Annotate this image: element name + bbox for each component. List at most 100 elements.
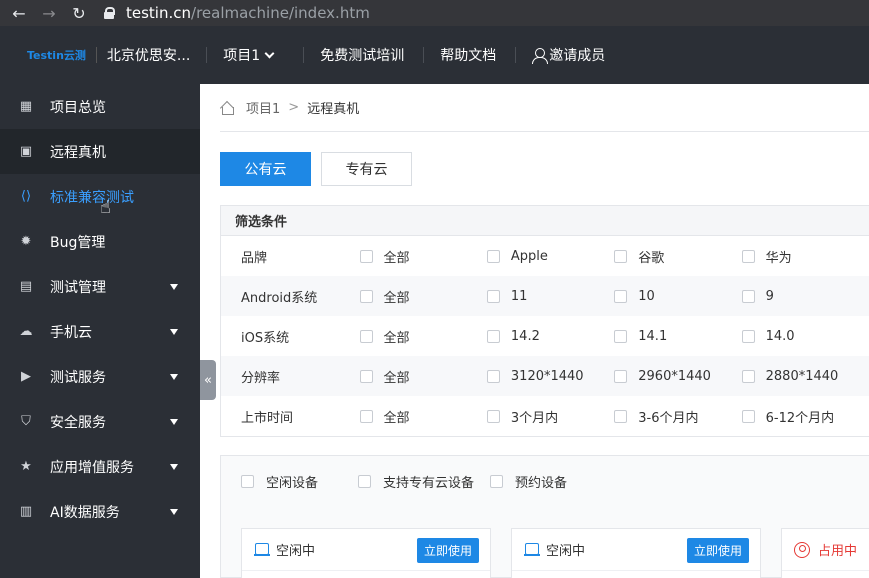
forward-button[interactable]: → [38, 2, 60, 24]
device-card-header: 空闲中 立即使用 [512, 529, 760, 571]
testin-logo[interactable]: Testin云测 [27, 47, 86, 63]
training-link[interactable]: 免费测试培训 [320, 45, 404, 65]
filter-option[interactable]: 全部 [359, 407, 487, 426]
checkbox[interactable] [614, 329, 628, 343]
sidebar-item-label: 手机云 [50, 324, 92, 341]
star-icon: ★ [20, 459, 32, 474]
checkbox[interactable] [614, 249, 628, 263]
caret-down-icon [170, 509, 178, 515]
sidebar-item-security[interactable]: ⛉ 安全服务 [0, 399, 200, 444]
checkbox[interactable] [486, 369, 500, 383]
filter-option[interactable]: 3个月内 [486, 407, 614, 426]
device-filter-bar: 空闲设备 支持专有云设备 预约设备 [221, 456, 869, 506]
filter-option[interactable]: 2880*1440 [741, 369, 869, 384]
checkbox[interactable] [241, 474, 254, 488]
filter-option[interactable]: 3120*1440 [486, 369, 614, 384]
option-label: 全部 [383, 410, 410, 426]
filter-option[interactable]: 14.0 [741, 329, 869, 344]
filter-option[interactable]: 全部 [359, 287, 487, 306]
filter-option[interactable]: Apple [486, 249, 614, 264]
caret-down-icon [170, 284, 178, 290]
lock-icon [104, 7, 115, 19]
filter-row-release-date: 上市时间 全部 3个月内 3-6个月内 6-12个月内 [221, 396, 869, 436]
sidebar-item-bug[interactable]: ✹ Bug管理 [0, 219, 200, 264]
checkbox[interactable] [486, 409, 500, 423]
filter-option[interactable]: 全部 [359, 327, 487, 346]
filter-row-label: Android系统 [241, 290, 318, 306]
checkbox[interactable] [359, 329, 373, 343]
checkbox[interactable] [741, 329, 755, 343]
home-icon[interactable] [220, 102, 234, 115]
back-button[interactable]: ← [8, 2, 30, 24]
private-cloud-device-option[interactable]: 支持专有云设备 [358, 472, 474, 491]
filter-option[interactable]: 全部 [359, 247, 487, 266]
divider [206, 47, 208, 63]
sidebar-collapse-handle[interactable]: « [200, 360, 216, 400]
breadcrumb-project[interactable]: 项目1 [246, 98, 280, 117]
checkbox[interactable] [490, 474, 504, 488]
filter-row-android: Android系统 全部 11 10 9 [221, 276, 869, 316]
option-label: 10 [638, 288, 655, 304]
checkbox[interactable] [486, 329, 500, 343]
checkbox[interactable] [359, 249, 373, 263]
checkbox[interactable] [741, 369, 755, 383]
collapse-icon: « [204, 372, 212, 388]
use-now-button[interactable]: 立即使用 [687, 538, 749, 563]
checkbox[interactable] [741, 409, 755, 423]
checkbox[interactable] [359, 409, 373, 423]
sidebar-item-test-service[interactable]: ▶ 测试服务 [0, 354, 200, 399]
tab-public-cloud[interactable]: 公有云 [220, 152, 311, 186]
use-now-button[interactable]: 立即使用 [417, 538, 479, 563]
filter-option[interactable]: 14.1 [614, 329, 741, 344]
filter-option[interactable]: 6-12个月内 [741, 407, 869, 426]
sidebar-item-ai-data[interactable]: ▥ AI数据服务 [0, 489, 200, 534]
caret-down-icon [170, 329, 178, 335]
filter-option[interactable]: 全部 [359, 367, 487, 386]
checkbox[interactable] [359, 369, 373, 383]
checkbox[interactable] [614, 409, 628, 423]
sidebar-item-value-added[interactable]: ★ 应用增值服务 [0, 444, 200, 489]
sidebar-item-phone-cloud[interactable]: ☁ 手机云 [0, 309, 200, 354]
checkbox[interactable] [741, 289, 755, 303]
option-label: 全部 [383, 330, 410, 346]
sidebar-item-remote-device[interactable]: ▣ 远程真机 [0, 129, 200, 174]
filter-option[interactable]: 华为 [741, 247, 869, 266]
option-label: 3-6个月内 [638, 410, 699, 426]
filter-option[interactable]: 10 [614, 289, 741, 304]
caret-down-icon [170, 419, 178, 425]
filter-title: 筛选条件 [221, 206, 869, 236]
help-docs-link[interactable]: 帮助文档 [440, 45, 496, 65]
option-label: 预约设备 [515, 475, 568, 491]
grid-icon: ▦ [19, 99, 33, 114]
reserve-device-option[interactable]: 预约设备 [490, 472, 567, 491]
checkbox[interactable] [741, 249, 755, 263]
sidebar-item-test-management[interactable]: ▤ 测试管理 [0, 264, 200, 309]
checkbox[interactable] [486, 249, 500, 263]
filter-option[interactable]: 11 [486, 289, 614, 304]
filter-option[interactable]: 谷歌 [614, 247, 741, 266]
checkbox[interactable] [486, 289, 500, 303]
filter-option[interactable]: 9 [741, 288, 869, 304]
option-label: 9 [765, 288, 774, 304]
project-dropdown[interactable]: 项目1 [223, 45, 275, 65]
invite-member-button[interactable]: 邀请成员 [532, 45, 605, 65]
checkbox[interactable] [614, 289, 628, 303]
address-bar[interactable]: testin.cn/realmachine/index.htm [104, 4, 370, 22]
option-label: 14.1 [638, 328, 668, 344]
checkbox[interactable] [358, 474, 372, 488]
filter-option[interactable]: 3-6个月内 [614, 407, 741, 426]
filter-option[interactable]: 14.2 [486, 329, 614, 344]
checkbox[interactable] [359, 289, 373, 303]
shield-icon: ⛉ [21, 414, 31, 429]
filter-option[interactable]: 2960*1440 [614, 369, 741, 384]
breadcrumb-separator: > [288, 100, 300, 115]
divider [95, 47, 97, 63]
option-label: 全部 [383, 290, 410, 306]
idle-device-option[interactable]: 空闲设备 [241, 472, 318, 491]
sidebar-item-overview[interactable]: ▦ 项目总览 [0, 84, 200, 129]
org-name[interactable]: 北京优思安... [107, 45, 190, 65]
caret-down-icon [170, 464, 178, 470]
checkbox[interactable] [614, 369, 628, 383]
reload-button[interactable]: ↻ [68, 2, 90, 24]
tab-private-cloud[interactable]: 专有云 [321, 152, 412, 186]
